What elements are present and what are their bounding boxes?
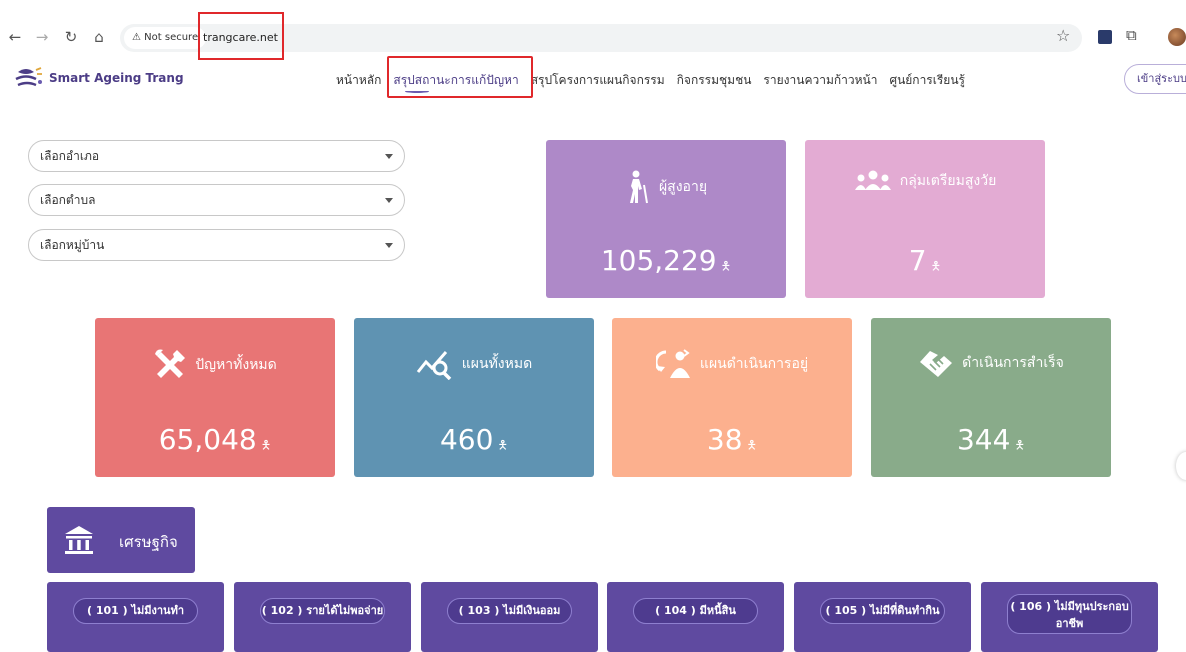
person-icon: 🯅 [746, 438, 758, 452]
stat-value: 65,048 [158, 423, 257, 456]
stat-label: แผนทั้งหมด [461, 356, 533, 372]
profile-avatar[interactable] [1168, 28, 1186, 46]
problem-label: ( 103 ) ไม่มีเงินออม [447, 598, 572, 624]
problem-label: ( 102 ) รายได้ไม่พอจ่าย [260, 598, 385, 624]
stat-value: 105,229 [600, 244, 717, 277]
problem-label: ( 101 ) ไม่มีงานทำ [73, 598, 198, 624]
group-people-icon [854, 170, 891, 190]
chevron-down-icon [385, 154, 393, 159]
person-icon: 🯅 [497, 438, 508, 452]
chevron-down-icon [385, 198, 393, 203]
problem-label: ( 106 ) ไม่มีทุนประกอบอาชีพ [1007, 594, 1132, 634]
home-icon[interactable]: ⌂ [90, 27, 108, 47]
stat-value: 7 [908, 244, 927, 277]
person-icon: 🯅 [1014, 438, 1025, 452]
stat-card-completed[interactable]: ดำเนินการสำเร็จ 344 🯅 [871, 318, 1111, 477]
menu-item-project-plans[interactable]: สรุปโครงการแผนกิจกรรม [531, 71, 665, 90]
browser-toolbar: ← → ↻ ⌂ ⚠ Not secure trangcare.net ☆ ⧉ [0, 0, 1186, 58]
extensions-puzzle-icon[interactable]: ⧉ [1126, 26, 1137, 44]
village-select-value: เลือกหมู่บ้าน [40, 238, 105, 252]
back-icon[interactable]: ← [6, 27, 24, 47]
reload-icon[interactable]: ↻ [62, 27, 80, 47]
menu-highlight-box [387, 56, 533, 98]
person-icon: 🯅 [930, 259, 942, 273]
category-economy[interactable]: เศรษฐกิจ [47, 507, 195, 573]
stat-card-problems[interactable]: ปัญหาทั้งหมด 65,048 🯅 [95, 318, 335, 477]
extension-icon[interactable] [1098, 30, 1112, 44]
scroll-side-button[interactable] [1176, 452, 1186, 480]
security-label: Not secure [144, 32, 199, 43]
stat-label: ปัญหาทั้งหมด [195, 357, 277, 373]
handshake-icon [920, 351, 953, 377]
stat-card-plans[interactable]: แผนทั้งหมด 460 🯅 [354, 318, 594, 477]
security-indicator[interactable]: ⚠ Not secure [124, 27, 207, 49]
stat-label: กลุ่มเตรียมสูงวัย [899, 173, 997, 189]
stat-label: แผนดำเนินการอยู่ [699, 356, 809, 372]
menu-item-learning-center[interactable]: ศูนย์การเรียนรู้ [889, 71, 965, 90]
problem-label: ( 105 ) ไม่มีที่ดินทำกิน [820, 598, 945, 624]
stat-value: 38 [706, 423, 743, 456]
stat-label: ผู้สูงอายุ [658, 179, 708, 195]
stat-card-in-progress[interactable]: แผนดำเนินการอยู่ 38 🯅 [612, 318, 852, 477]
menu-item-home[interactable]: หน้าหลัก [336, 71, 381, 90]
menu-item-community-activities[interactable]: กิจกรรมชุมชน [677, 71, 752, 90]
forward-icon[interactable]: → [33, 27, 51, 47]
district-select[interactable]: เลือกอำเภอ [28, 140, 405, 172]
bookmark-star-icon[interactable]: ☆ [1056, 26, 1070, 45]
url-highlight-box [198, 12, 284, 60]
stat-card-elderly[interactable]: ผู้สูงอายุ 105,229 🯅 [546, 140, 786, 298]
site-logo-icon[interactable] [14, 66, 44, 92]
category-title: เศรษฐกิจ [119, 533, 178, 551]
stat-label: ดำเนินการสำเร็จ [962, 355, 1064, 371]
stat-value: 460 [439, 423, 494, 456]
village-select[interactable]: เลือกหมู่บ้าน [28, 229, 405, 261]
menu-item-progress-report[interactable]: รายงานความก้าวหน้า [763, 71, 877, 90]
district-select-value: เลือกอำเภอ [40, 149, 100, 163]
site-title[interactable]: Smart Ageing Trang [49, 71, 184, 85]
chevron-down-icon [385, 243, 393, 248]
stat-card-preparing-ageing[interactable]: กลุ่มเตรียมสูงวัย 7 🯅 [805, 140, 1045, 298]
subdistrict-select[interactable]: เลือกตำบล [28, 184, 405, 216]
elderly-walking-icon [629, 170, 648, 204]
subdistrict-select-value: เลือกตำบล [40, 193, 96, 207]
bank-icon [65, 526, 93, 554]
tools-hammer-wrench-icon [155, 349, 186, 378]
stat-value: 344 [956, 423, 1011, 456]
progress-person-icon [655, 349, 690, 378]
person-icon: 🯅 [260, 438, 272, 452]
person-icon: 🯅 [720, 259, 732, 273]
problem-label: ( 104 ) มีหนี้สิน [633, 598, 758, 624]
login-button[interactable]: เข้าสู่ระบบ [1124, 64, 1186, 94]
chart-search-icon [416, 351, 452, 380]
